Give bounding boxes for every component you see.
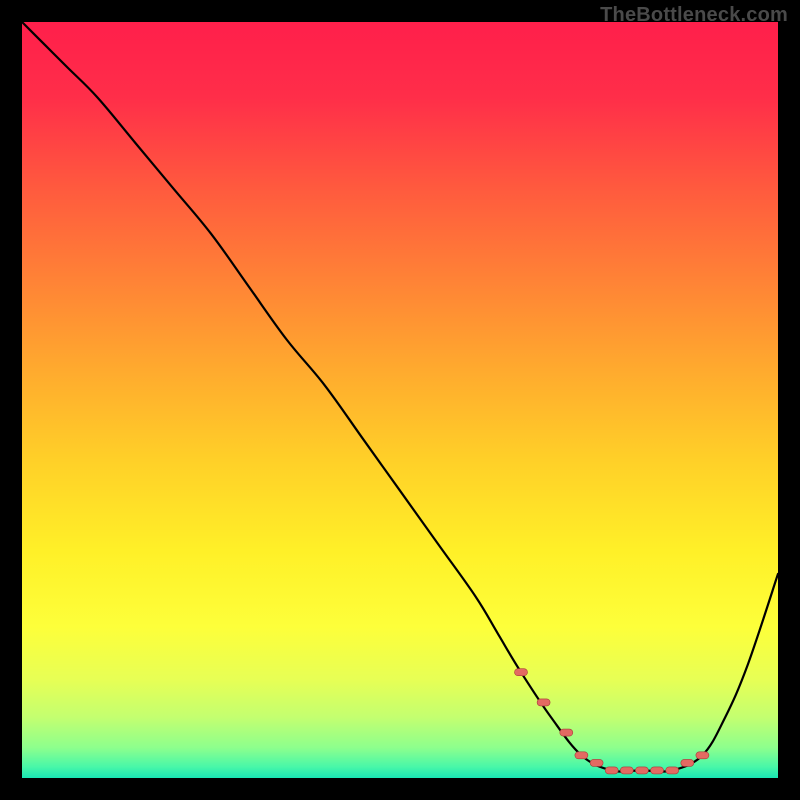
marker-dot	[515, 669, 528, 676]
gradient-background	[22, 22, 778, 778]
marker-dot	[696, 752, 709, 759]
marker-dot	[537, 699, 550, 706]
marker-dot	[635, 767, 648, 774]
plot-svg	[22, 22, 778, 778]
watermark-text: TheBottleneck.com	[600, 4, 788, 27]
marker-dot	[666, 767, 679, 774]
marker-dot	[620, 767, 633, 774]
plot-area	[22, 22, 778, 778]
marker-dot	[605, 767, 618, 774]
marker-dot	[575, 752, 588, 759]
chart-frame: TheBottleneck.com	[0, 0, 800, 800]
marker-dot	[560, 729, 573, 736]
marker-dot	[651, 767, 664, 774]
marker-dot	[681, 759, 694, 766]
marker-dot	[590, 759, 603, 766]
